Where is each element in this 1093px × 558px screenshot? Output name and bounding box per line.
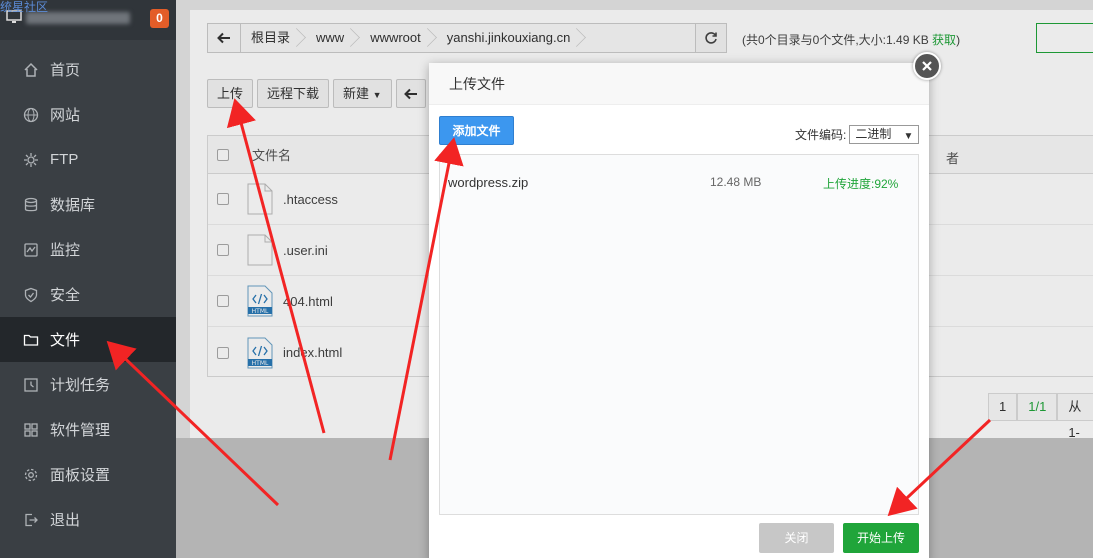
home-icon bbox=[22, 61, 40, 79]
sidebar-item-database[interactable]: 数据库 bbox=[0, 182, 176, 227]
sidebar-item-label: 安全 bbox=[50, 287, 81, 304]
sidebar-item-cron[interactable]: 计划任务 bbox=[0, 362, 176, 407]
encoding-select[interactable]: 二进制 ▼ bbox=[849, 125, 920, 144]
sidebar-item-files[interactable]: 文件 bbox=[0, 317, 176, 362]
sidebar-item-label: FTP bbox=[50, 151, 79, 168]
shield-icon bbox=[22, 286, 40, 304]
sidebar-item-website[interactable]: 网站 bbox=[0, 92, 176, 137]
clock-icon bbox=[22, 376, 40, 394]
upload-file-size: 12.48 MB bbox=[710, 175, 762, 189]
sidebar-item-home[interactable]: 首页 bbox=[0, 47, 176, 92]
folder-icon bbox=[22, 331, 40, 349]
sidebar-item-label: 网站 bbox=[50, 107, 81, 124]
sidebar-item-label: 文件 bbox=[50, 332, 81, 349]
upload-progress: 上传进度:92% bbox=[823, 177, 899, 191]
sidebar-item-security[interactable]: 安全 bbox=[0, 272, 176, 317]
close-button[interactable]: 关闭 bbox=[759, 523, 834, 553]
sidebar-item-label: 首页 bbox=[50, 62, 81, 79]
add-file-button[interactable]: 添加文件 bbox=[439, 116, 514, 145]
caret-down-icon: ▼ bbox=[903, 131, 914, 142]
globe-icon bbox=[22, 106, 40, 124]
sidebar-item-label: 数据库 bbox=[50, 197, 96, 214]
sidebar-item-monitor[interactable]: 监控 bbox=[0, 227, 176, 272]
sidebar-item-label: 监控 bbox=[50, 242, 81, 259]
dialog-close-button[interactable] bbox=[913, 52, 941, 80]
upload-file-list: wordpress.zip 12.48 MB 上传进度:92% bbox=[439, 154, 919, 515]
encoding-value: 二进制 bbox=[855, 127, 892, 141]
sidebar: 0 统星社区 首页 网站 FTP 数据库 监控 安全 文件 计划任务 软件管理 … bbox=[0, 0, 176, 558]
encoding-control: 文件编码: 二进制 ▼ bbox=[795, 125, 920, 144]
watermark: 统星社区 bbox=[0, 0, 49, 14]
notification-badge[interactable]: 0 bbox=[150, 9, 169, 28]
sidebar-item-settings[interactable]: 面板设置 bbox=[0, 452, 176, 497]
sidebar-item-logout[interactable]: 退出 bbox=[0, 497, 176, 542]
sidebar-item-software[interactable]: 软件管理 bbox=[0, 407, 176, 452]
dialog-title: 上传文件 bbox=[429, 63, 929, 105]
sidebar-item-label: 退出 bbox=[50, 512, 81, 529]
monitor-icon bbox=[22, 241, 40, 259]
upload-dialog: 上传文件 添加文件 文件编码: 二进制 ▼ wordpress.zip 12.4… bbox=[429, 63, 929, 558]
sidebar-item-ftp[interactable]: FTP bbox=[0, 137, 176, 182]
start-upload-button[interactable]: 开始上传 bbox=[843, 523, 919, 553]
sidebar-item-label: 软件管理 bbox=[50, 422, 111, 439]
sidebar-item-label: 计划任务 bbox=[50, 377, 111, 394]
database-icon bbox=[22, 196, 40, 214]
apps-icon bbox=[22, 421, 40, 439]
encoding-label: 文件编码: bbox=[795, 128, 847, 142]
sidebar-item-label: 面板设置 bbox=[50, 467, 111, 484]
logout-icon bbox=[22, 511, 40, 529]
sidebar-nav: 首页 网站 FTP 数据库 监控 安全 文件 计划任务 软件管理 面板设置 退出 bbox=[0, 47, 176, 542]
close-icon bbox=[922, 61, 932, 71]
upload-file-name: wordpress.zip bbox=[448, 175, 529, 190]
list-item: wordpress.zip 12.48 MB 上传进度:92% bbox=[440, 155, 918, 207]
gear-icon bbox=[22, 466, 40, 484]
ftp-icon bbox=[22, 151, 40, 169]
